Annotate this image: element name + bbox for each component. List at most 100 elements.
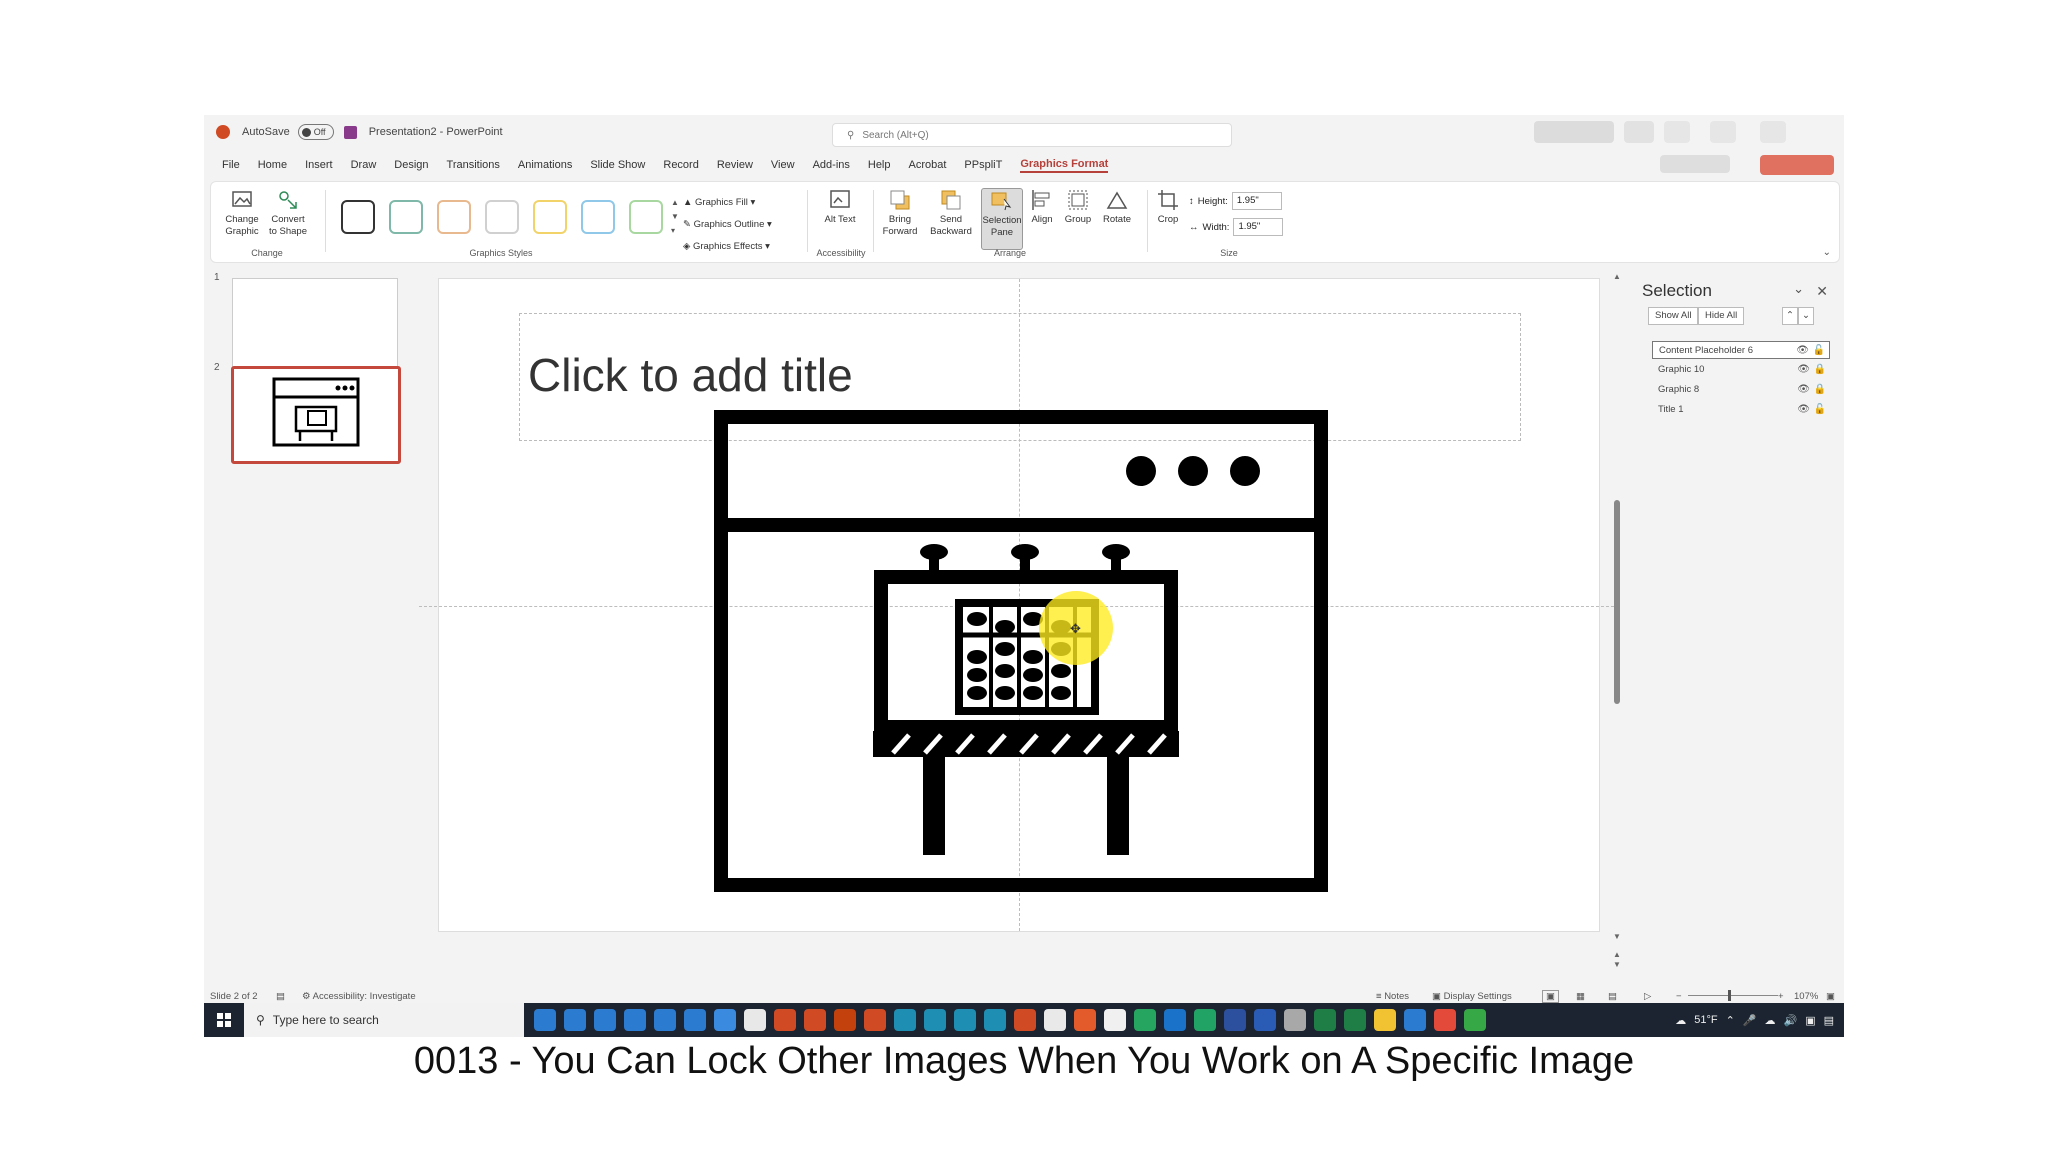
tray-overflow-icon[interactable]: ⌃ xyxy=(1726,1014,1735,1027)
display-icon[interactable]: ▣ xyxy=(1805,1014,1815,1027)
ribbon-display-button[interactable] xyxy=(1624,121,1654,143)
crop-button[interactable]: Crop xyxy=(1151,188,1185,226)
spellcheck-icon[interactable]: ▤ xyxy=(276,991,285,1002)
slide-thumbnail-2[interactable] xyxy=(231,366,401,464)
height-input[interactable]: 1.95" xyxy=(1231,192,1282,210)
tab-ppsplit[interactable]: PPspliT xyxy=(964,159,1002,171)
scroll-up-icon[interactable]: ▲ xyxy=(1613,272,1621,281)
notes-button[interactable]: ≡ Notes xyxy=(1376,991,1409,1002)
normal-view-icon[interactable]: ▣ xyxy=(1542,989,1559,1003)
graphics-effects-button[interactable]: ◈ Graphics Effects ▾ xyxy=(683,236,772,258)
close-window-button[interactable] xyxy=(1760,121,1786,143)
microphone-icon[interactable]: 🎤 xyxy=(1743,1014,1757,1027)
taskbar-app-icon[interactable] xyxy=(714,1009,736,1031)
convert-to-shape-button[interactable]: Convert to Shape xyxy=(267,188,309,238)
collapse-ribbon-icon[interactable]: ⌄ xyxy=(1823,247,1831,258)
account-area[interactable] xyxy=(1534,121,1614,143)
graphic-style-3[interactable] xyxy=(437,200,471,234)
taskbar-app-icon[interactable] xyxy=(1464,1009,1486,1031)
selection-pane-button[interactable]: Selection Pane xyxy=(981,188,1023,250)
hide-all-button[interactable]: Hide All xyxy=(1698,307,1745,325)
reading-view-icon[interactable]: ▤ xyxy=(1608,991,1617,1002)
taskbar-app-icon[interactable] xyxy=(594,1009,616,1031)
network-icon[interactable]: ☁ xyxy=(1764,1014,1775,1027)
width-input[interactable]: 1.95" xyxy=(1233,218,1284,236)
graphic-style-4[interactable] xyxy=(485,200,519,234)
tab-graphics-format[interactable]: Graphics Format xyxy=(1020,158,1109,173)
maximize-button[interactable] xyxy=(1710,121,1736,143)
visibility-eye-icon[interactable]: 👁 xyxy=(1797,361,1810,379)
taskbar-app-icon[interactable] xyxy=(804,1009,826,1031)
zoom-slider-thumb[interactable] xyxy=(1728,990,1731,1001)
taskbar-app-icon[interactable] xyxy=(1404,1009,1426,1031)
selection-item[interactable]: Graphic 8 👁 🔒 xyxy=(1652,381,1830,399)
rotate-button[interactable]: Rotate xyxy=(1097,188,1137,226)
taskbar-app-icon[interactable] xyxy=(1434,1009,1456,1031)
styles-scroll-icon[interactable]: ▲ ▼ ▾ xyxy=(671,196,679,238)
scroll-down-icon[interactable]: ▼ xyxy=(1613,932,1621,941)
visibility-eye-icon[interactable]: 👁 xyxy=(1797,401,1810,419)
taskbar-app-icon[interactable] xyxy=(534,1009,556,1031)
locked-icon[interactable]: 🔒 xyxy=(1814,381,1826,399)
send-backward-order-icon[interactable]: ⌄ xyxy=(1798,307,1814,325)
zoom-level[interactable]: 107% xyxy=(1794,991,1818,1002)
taskbar-app-icon[interactable] xyxy=(864,1009,886,1031)
locked-icon[interactable]: 🔒 xyxy=(1814,361,1826,379)
taskbar-app-icon[interactable] xyxy=(1284,1009,1306,1031)
taskbar-app-icon[interactable] xyxy=(1194,1009,1216,1031)
accessibility-status[interactable]: ⚙ Accessibility: Investigate xyxy=(302,991,416,1002)
tab-animations[interactable]: Animations xyxy=(518,159,572,171)
bring-forward-button[interactable]: Bring Forward xyxy=(879,188,921,238)
graphic-style-5[interactable] xyxy=(533,200,567,234)
pane-options-icon[interactable]: ⌄ xyxy=(1793,281,1804,297)
align-button[interactable]: Align xyxy=(1025,188,1059,226)
bring-forward-order-icon[interactable]: ⌃ xyxy=(1782,307,1798,325)
close-pane-icon[interactable]: ✕ xyxy=(1816,283,1828,300)
start-button[interactable] xyxy=(204,1003,244,1037)
prev-next-slide-icon[interactable]: ▲ ▼ xyxy=(1613,950,1621,970)
weather-temp[interactable]: 51°F xyxy=(1694,1014,1717,1026)
tab-transitions[interactable]: Transitions xyxy=(447,159,500,171)
volume-icon[interactable]: 🔊 xyxy=(1783,1014,1797,1027)
graphic-style-6[interactable] xyxy=(581,200,615,234)
slide-canvas[interactable]: Click to add title ✥ xyxy=(419,278,1619,932)
taskbar-app-icon[interactable] xyxy=(744,1009,766,1031)
graphic-style-7[interactable] xyxy=(629,200,663,234)
scrollbar-thumb[interactable] xyxy=(1614,500,1620,704)
comments-button[interactable] xyxy=(1660,155,1730,173)
taskbar-app-icon[interactable] xyxy=(894,1009,916,1031)
visibility-eye-icon[interactable]: 👁 xyxy=(1797,381,1810,399)
tab-insert[interactable]: Insert xyxy=(305,159,333,171)
taskbar-app-icon[interactable] xyxy=(684,1009,706,1031)
selection-item[interactable]: Title 1 👁 🔓 xyxy=(1652,401,1830,419)
zoom-in-icon[interactable]: + xyxy=(1778,991,1784,1002)
group-button[interactable]: Group xyxy=(1061,188,1095,226)
zoom-out-icon[interactable]: − xyxy=(1676,991,1682,1002)
send-backward-button[interactable]: Send Backward xyxy=(927,188,975,238)
browser-abacus-graphic[interactable] xyxy=(713,409,1329,893)
graphics-fill-button[interactable]: ▲ Graphics Fill ▾ xyxy=(683,192,772,214)
notifications-icon[interactable]: ▤ xyxy=(1824,1014,1834,1027)
taskbar-app-icon[interactable] xyxy=(654,1009,676,1031)
taskbar-app-icon[interactable] xyxy=(924,1009,946,1031)
taskbar-app-icon[interactable] xyxy=(774,1009,796,1031)
graphics-outline-button[interactable]: ✎ Graphics Outline ▾ xyxy=(683,214,772,236)
visibility-eye-icon[interactable]: 👁 xyxy=(1796,342,1809,360)
taskbar-app-icon[interactable] xyxy=(1074,1009,1096,1031)
taskbar-app-icon[interactable] xyxy=(834,1009,856,1031)
show-all-button[interactable]: Show All xyxy=(1648,307,1699,325)
alt-text-button[interactable]: Alt Text xyxy=(819,188,861,226)
graphic-style-1[interactable] xyxy=(341,200,375,234)
display-settings-button[interactable]: ▣ Display Settings xyxy=(1432,991,1512,1002)
save-icon[interactable] xyxy=(343,125,357,139)
change-graphic-button[interactable]: Change Graphic xyxy=(221,188,263,238)
tab-file[interactable]: File xyxy=(222,159,240,171)
zoom-slider-track[interactable] xyxy=(1688,995,1778,996)
tab-draw[interactable]: Draw xyxy=(351,159,377,171)
taskbar-search[interactable]: ⚲ Type here to search xyxy=(244,1003,524,1037)
taskbar-app-icon[interactable] xyxy=(1014,1009,1036,1031)
selection-item[interactable]: Content Placeholder 6 👁 🔓 xyxy=(1652,341,1830,359)
slide-thumbnail-1[interactable] xyxy=(232,278,398,372)
tab-review[interactable]: Review xyxy=(717,159,753,171)
unlocked-icon[interactable]: 🔓 xyxy=(1814,401,1826,419)
